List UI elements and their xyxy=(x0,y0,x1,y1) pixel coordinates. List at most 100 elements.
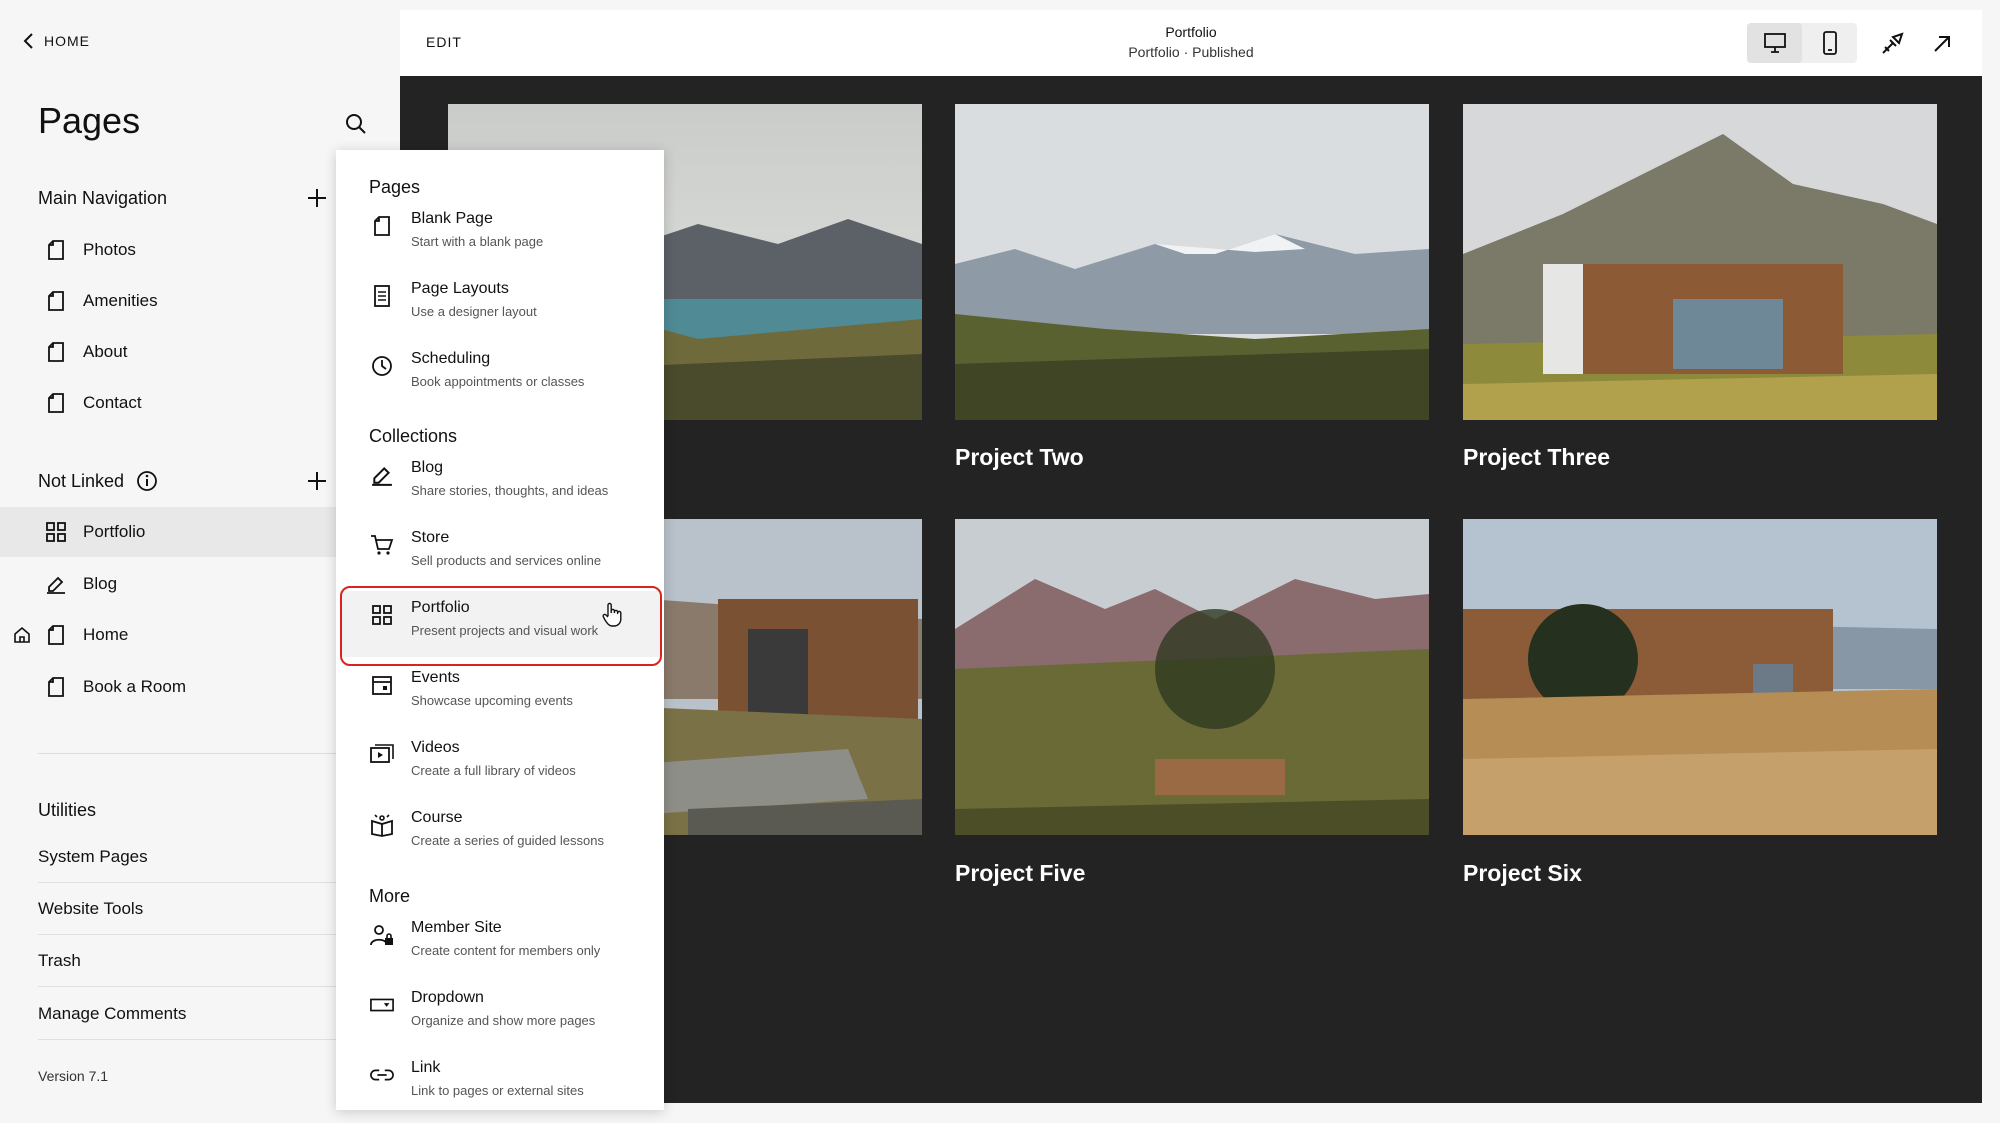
menu-item-title: Scheduling xyxy=(411,350,491,367)
sidebar-divider xyxy=(38,753,338,754)
grid-icon xyxy=(370,603,394,627)
utility-manage-comments[interactable]: Manage Comments xyxy=(38,988,338,1040)
add-not-linked-page-icon[interactable] xyxy=(304,468,330,494)
menu-section-heading: More xyxy=(369,886,411,906)
menu-item-desc: Create a full library of videos xyxy=(411,763,576,778)
page-icon xyxy=(46,290,66,312)
page-icon xyxy=(46,341,66,363)
sidebar-item-label: Book a Room xyxy=(83,677,186,696)
add-main-nav-page-icon[interactable] xyxy=(304,185,330,211)
menu-item-link[interactable]: Link Link to pages or external sites xyxy=(340,1051,660,1110)
menu-item-scheduling[interactable]: Scheduling Book appointments or classes xyxy=(340,342,660,408)
main-navigation-heading: Main Navigation xyxy=(38,188,167,209)
page-icon xyxy=(46,239,66,261)
sidebar-item-amenities[interactable]: Amenities xyxy=(0,276,340,326)
menu-item-store[interactable]: Store Sell products and services online xyxy=(340,521,660,587)
project-title[interactable]: Project Five xyxy=(955,860,1085,887)
project-title[interactable]: Project Three xyxy=(1463,444,1610,471)
sidebar-item-portfolio[interactable]: Portfolio xyxy=(0,507,340,557)
desktop-view-button[interactable] xyxy=(1747,23,1802,63)
add-page-menu: Pages Blank Page Start with a blank page… xyxy=(336,150,664,1110)
menu-item-desc: Create a series of guided lessons xyxy=(411,833,604,848)
home-back-link[interactable]: HOME xyxy=(22,32,90,50)
not-linked-heading: Not Linked xyxy=(38,470,158,492)
menu-item-title: Blank Page xyxy=(411,210,493,227)
menu-item-desc: Create content for members only xyxy=(411,943,601,958)
sidebar-item-book-a-room[interactable]: Book a Room xyxy=(0,662,340,712)
editor-topbar: EDIT Portfolio Portfolio · Published xyxy=(400,10,1982,76)
home-link-label: HOME xyxy=(44,33,90,49)
sidebar-item-label: Home xyxy=(83,625,129,644)
menu-item-videos[interactable]: Videos Create a full library of videos xyxy=(340,731,660,797)
menu-item-desc: Present projects and visual work xyxy=(411,623,599,638)
mobile-icon xyxy=(1822,31,1837,55)
search-icon[interactable] xyxy=(344,112,368,136)
menu-item-blog[interactable]: Blog Share stories, thoughts, and ideas xyxy=(340,451,660,517)
menu-item-title: Videos xyxy=(411,739,460,756)
page-icon xyxy=(46,624,66,646)
sidebar-item-home[interactable]: Home xyxy=(0,610,340,660)
page-icon xyxy=(46,392,66,414)
menu-item-desc: Organize and show more pages xyxy=(411,1013,596,1028)
menu-item-member-site[interactable]: Member Site Create content for members o… xyxy=(340,911,660,977)
sidebar-item-about[interactable]: About xyxy=(0,327,340,377)
info-icon[interactable] xyxy=(136,470,158,492)
menu-item-dropdown[interactable]: Dropdown Organize and show more pages xyxy=(340,981,660,1047)
homepage-house-icon xyxy=(14,626,30,643)
utility-system-pages[interactable]: System Pages xyxy=(38,831,338,883)
design-button[interactable] xyxy=(1878,30,1906,58)
page-status: Portfolio · Published xyxy=(1128,44,1254,60)
blog-icon xyxy=(370,463,394,487)
calendar-icon xyxy=(370,673,394,697)
menu-item-events[interactable]: Events Showcase upcoming events xyxy=(340,661,660,727)
page-icon xyxy=(46,676,66,698)
sidebar-item-label: About xyxy=(83,342,128,361)
project-card-three[interactable]: Project Three xyxy=(1463,104,1937,470)
menu-item-page-layouts[interactable]: Page Layouts Use a designer layout xyxy=(340,272,660,338)
mobile-view-button[interactable] xyxy=(1802,23,1857,63)
open-external-button[interactable] xyxy=(1928,30,1956,58)
hand-cursor-icon xyxy=(602,602,622,627)
project-photo-mountains xyxy=(955,104,1429,420)
page-name: Portfolio xyxy=(1165,24,1217,40)
page-icon xyxy=(370,214,394,238)
project-title[interactable]: Project Two xyxy=(955,444,1084,471)
device-view-toggle xyxy=(1747,23,1857,63)
course-icon xyxy=(370,813,394,837)
menu-item-title: Store xyxy=(411,529,450,546)
menu-item-desc: Start with a blank page xyxy=(411,234,544,249)
project-card-two[interactable]: Project Two xyxy=(955,104,1429,470)
sidebar-item-blog[interactable]: Blog xyxy=(0,559,340,609)
video-icon xyxy=(370,743,394,767)
arrow-up-right-icon xyxy=(1934,36,1950,52)
layout-icon xyxy=(370,284,394,308)
sidebar-item-contact[interactable]: Contact xyxy=(0,378,340,428)
main-navigation-label: Main Navigation xyxy=(38,188,168,208)
project-photo-hillside xyxy=(955,519,1429,835)
not-linked-label: Not Linked xyxy=(38,470,125,491)
project-card-six[interactable]: Project Six xyxy=(1463,519,1937,886)
menu-item-course[interactable]: Course Create a series of guided lessons xyxy=(340,801,660,867)
sidebar-item-label: Contact xyxy=(83,393,142,412)
sidebar-item-label: Amenities xyxy=(83,291,158,310)
menu-item-desc: Sell products and services online xyxy=(411,553,602,568)
menu-item-title: Member Site xyxy=(411,919,502,936)
menu-section-heading: Pages xyxy=(369,177,421,197)
menu-item-blank-page[interactable]: Blank Page Start with a blank page xyxy=(340,202,660,268)
clock-icon xyxy=(370,354,394,378)
project-title[interactable]: Project Six xyxy=(1463,860,1582,887)
menu-item-title: Portfolio xyxy=(411,599,470,616)
menu-item-title: Course xyxy=(411,809,463,826)
project-photo-cabin-mountain xyxy=(1463,104,1937,420)
menu-section-heading: Collections xyxy=(369,426,458,446)
menu-item-desc: Link to pages or external sites xyxy=(411,1083,584,1098)
member-icon xyxy=(370,923,394,947)
project-photo-cabin-grass xyxy=(1463,519,1937,835)
version-label: Version 7.1 xyxy=(38,1068,109,1084)
sidebar-item-photos[interactable]: Photos xyxy=(0,225,340,275)
utility-trash[interactable]: Trash xyxy=(38,935,338,987)
sidebar-item-label: Blog xyxy=(83,574,118,593)
utility-website-tools[interactable]: Website Tools xyxy=(38,883,338,935)
menu-item-desc: Showcase upcoming events xyxy=(411,693,573,708)
project-card-five[interactable]: Project Five xyxy=(955,519,1429,886)
